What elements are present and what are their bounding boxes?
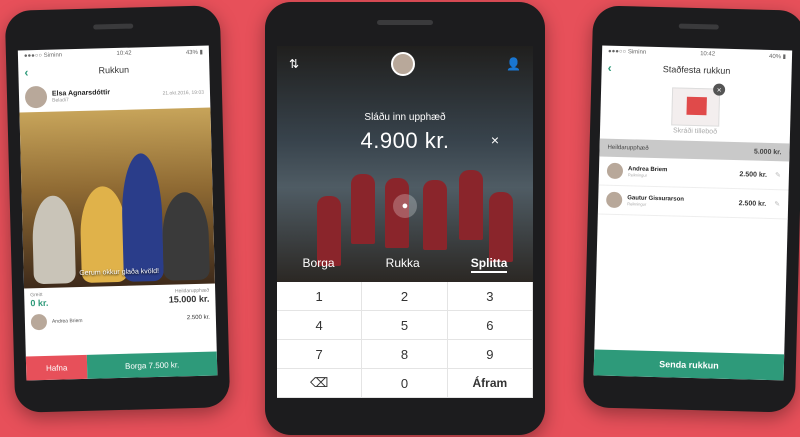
key-2[interactable]: 2 — [362, 282, 448, 311]
tab-request[interactable]: Rukka — [386, 256, 420, 273]
close-icon[interactable]: × — [712, 83, 726, 96]
key-4[interactable]: 4 — [277, 311, 363, 340]
total-value: 15.000 kr. — [168, 293, 210, 305]
total-label: Heildarupphæð — [607, 144, 649, 152]
edit-icon[interactable]: ✎ — [774, 200, 780, 208]
carrier: ●●●○○ Siminn — [608, 48, 647, 56]
numeric-keypad: 1 2 3 4 5 6 7 8 9 ⌫ 0 Áfram — [277, 282, 533, 398]
right-phone: ●●●○○ Siminn 10:42 40% ▮ ‹ Staðfesta ruk… — [582, 5, 800, 413]
photo-person — [120, 152, 164, 282]
tab-split[interactable]: Splitta — [470, 256, 508, 273]
speaker — [92, 23, 133, 30]
amount-prompt: Sláðu inn upphæð — [364, 112, 446, 123]
payer-amount: 2.500 kr. — [186, 314, 210, 322]
list-item[interactable]: Andrea Briem 2.500 kr. — [25, 307, 216, 332]
page-title: Staðfesta rukkun — [662, 64, 731, 76]
receipt-thumbnail[interactable]: × — [671, 83, 726, 127]
message-date: 21.okt.2016, 19:03 — [162, 89, 205, 97]
key-1[interactable]: 1 — [277, 282, 363, 311]
battery: 40% ▮ — [768, 53, 787, 60]
person-amount: 2.500 kr. — [738, 199, 767, 208]
key-8[interactable]: 8 — [362, 340, 448, 369]
pay-button[interactable]: Borga 7.500 kr. — [86, 351, 218, 379]
amount-entry-screen: ⇅ 👤 Sláðu inn upphæð 4.900 kr. × ● Borga… — [277, 46, 533, 398]
send-request-button[interactable]: Senda rukkun — [593, 349, 785, 381]
key-6[interactable]: 6 — [447, 311, 533, 340]
key-5[interactable]: 5 — [362, 311, 448, 340]
top-bar: ⇅ 👤 — [277, 52, 533, 76]
photo-overlay — [277, 46, 533, 282]
back-arrow-icon[interactable]: ‹ — [24, 65, 28, 79]
edit-icon[interactable]: ✎ — [775, 171, 781, 179]
camera-icon[interactable]: ● — [393, 194, 417, 218]
total-value: 5.000 kr. — [753, 148, 782, 156]
background-photo — [277, 46, 533, 282]
confirm-request-screen: ●●●○○ Siminn 10:42 40% ▮ ‹ Staðfesta ruk… — [593, 45, 793, 381]
clear-icon[interactable]: × — [491, 132, 499, 148]
gift-icon — [686, 96, 707, 116]
left-phone: ●●●○○ Siminn 10:42 43% ▮ ‹ Rukkun Elsa A… — [4, 5, 231, 413]
page-title: Rukkun — [98, 64, 130, 76]
list-item[interactable]: Gautur Gissurarson Reikningur 2.500 kr. … — [597, 185, 789, 220]
avatar — [30, 313, 48, 331]
swap-icon[interactable]: ⇅ — [289, 57, 299, 71]
tab-pay[interactable]: Borga — [303, 256, 335, 273]
battery: 43% ▮ — [185, 49, 203, 56]
avatar[interactable] — [24, 85, 48, 109]
key-9[interactable]: 9 — [447, 340, 533, 369]
key-0[interactable]: 0 — [362, 369, 448, 398]
sender-subtitle: Beladi7 — [52, 96, 69, 104]
speaker — [377, 20, 433, 25]
backspace-icon[interactable]: ⌫ — [277, 369, 363, 398]
reject-button[interactable]: Hafna — [25, 354, 88, 381]
paid-value: 0 kr. — [30, 297, 49, 309]
mode-tabs: Borga Rukka Splitta — [277, 256, 533, 273]
payer-name: Andrea Briem — [51, 317, 83, 325]
avatar — [606, 162, 624, 180]
contacts-icon[interactable]: 👤 — [506, 57, 521, 71]
key-3[interactable]: 3 — [447, 282, 533, 311]
receipt-caption: Skráði tilleboð — [672, 127, 718, 136]
clock: 10:42 — [700, 51, 716, 58]
avatar — [606, 191, 623, 209]
payment-request-screen: ●●●○○ Siminn 10:42 43% ▮ ‹ Rukkun Elsa A… — [17, 45, 218, 381]
key-7[interactable]: 7 — [277, 340, 363, 369]
center-phone: ⇅ 👤 Sláðu inn upphæð 4.900 kr. × ● Borga… — [265, 2, 545, 435]
attached-photo[interactable]: Gerum okkur glaða kvöld! — [19, 107, 215, 289]
action-bar: Hafna Borga 7.500 kr. — [25, 351, 218, 381]
continue-button[interactable]: Áfram — [447, 369, 533, 398]
person-amount: 2.500 kr. — [739, 170, 768, 179]
back-arrow-icon[interactable]: ‹ — [607, 61, 611, 75]
clock: 10:42 — [116, 50, 132, 57]
nav-bar: ‹ Staðfesta rukkun — [601, 58, 791, 83]
recipient-avatar[interactable] — [390, 52, 415, 76]
carrier: ●●●○○ Siminn — [23, 52, 63, 60]
speaker — [678, 23, 719, 30]
